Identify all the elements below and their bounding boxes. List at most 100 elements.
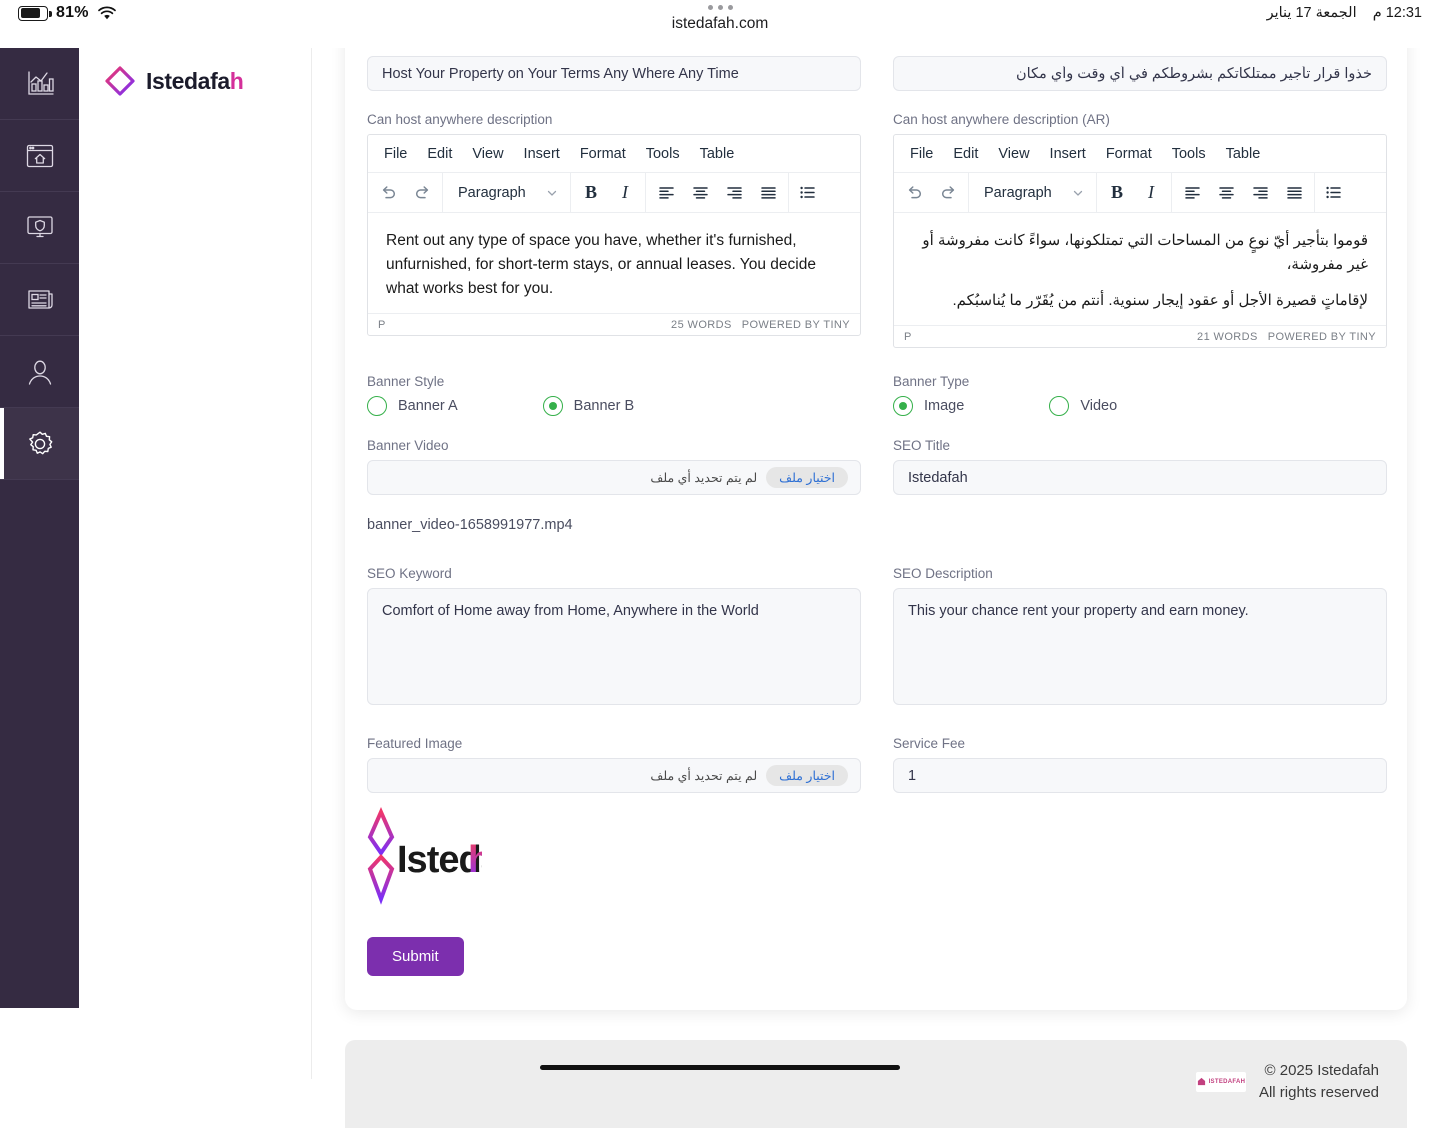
sidebar-item-monitoring[interactable] <box>0 192 79 264</box>
editor-ar-body[interactable]: قوموا بتأجير أيّ نوعٍ من المساحات التي ت… <box>894 213 1386 325</box>
radio-circle-icon <box>367 396 387 416</box>
banner-type-group: Banner Type Image Video <box>893 374 1387 416</box>
url-text[interactable]: istedafah.com <box>0 15 1440 33</box>
banner-type-label: Banner Type <box>893 374 1387 389</box>
menu-view[interactable]: View <box>988 142 1039 166</box>
hero-title-row <box>367 56 1389 91</box>
editor-en-wordcount: 25 WORDS <box>671 319 732 331</box>
menu-table[interactable]: Table <box>1216 142 1271 166</box>
chevron-down-icon <box>546 187 558 199</box>
seo-keyword-group: SEO Keyword <box>367 566 861 710</box>
align-justify-button[interactable] <box>1277 173 1311 213</box>
brand-logo[interactable]: Istedafah <box>105 66 243 96</box>
redo-button[interactable] <box>931 173 965 213</box>
align-justify-button[interactable] <box>751 173 785 213</box>
menu-insert[interactable]: Insert <box>1040 142 1096 166</box>
banner-style-group: Banner Style Banner A Banner B <box>367 374 861 416</box>
sidebar-item-settings[interactable] <box>0 408 79 480</box>
align-left-icon <box>658 185 675 200</box>
sidebar-item-properties[interactable] <box>0 120 79 192</box>
menu-table[interactable]: Table <box>690 142 745 166</box>
seo-description-textarea[interactable] <box>893 588 1387 705</box>
bullet-list-button[interactable] <box>792 173 822 213</box>
menu-edit[interactable]: Edit <box>943 142 988 166</box>
editor-en-toolbar: Paragraph B I <box>368 173 860 213</box>
menu-file[interactable]: File <box>900 142 943 166</box>
banner-video-current-filename: banner_video-1658991977.mp4 <box>367 517 861 533</box>
seo-title-input[interactable] <box>893 460 1387 495</box>
sidebar-item-users[interactable] <box>0 336 79 408</box>
footer-copyright-block: © 2025 Istedafah All rights reserved <box>1259 1060 1379 1104</box>
align-left-button[interactable] <box>649 173 683 213</box>
page-canvas: Can host anywhere description File Edit … <box>312 48 1440 1079</box>
bullet-list-button[interactable] <box>1318 173 1348 213</box>
menu-format[interactable]: Format <box>570 142 636 166</box>
featured-image-choose-button[interactable]: اختيار ملف <box>766 765 848 786</box>
brand-name-main: Istedafa <box>146 68 230 94</box>
main-sidebar <box>0 48 79 1008</box>
menu-view[interactable]: View <box>462 142 513 166</box>
editor-ar-path: P <box>904 331 912 343</box>
align-left-button[interactable] <box>1175 173 1209 213</box>
align-justify-icon <box>760 185 777 200</box>
block-format-select[interactable]: Paragraph <box>446 173 567 213</box>
menu-file[interactable]: File <box>374 142 417 166</box>
menu-format[interactable]: Format <box>1096 142 1162 166</box>
editor-en-body[interactable]: Rent out any type of space you have, whe… <box>368 213 860 313</box>
banner-settings-form: Can host anywhere description File Edit … <box>367 56 1389 976</box>
radio-type-image[interactable]: Image <box>893 396 964 416</box>
align-right-icon <box>1252 185 1269 200</box>
service-fee-input[interactable] <box>893 758 1387 793</box>
menu-insert[interactable]: Insert <box>514 142 570 166</box>
align-center-icon <box>692 185 709 200</box>
editor-ar-paragraph-2: لإقاماتٍ قصيرة الأجل أو عقود إيجار سنوية… <box>912 289 1368 313</box>
hero-title-en-input[interactable] <box>367 56 861 91</box>
editor-en-statusbar: P 25 WORDS POWERED BY TINY <box>368 313 860 335</box>
radio-type-video-label: Video <box>1080 398 1117 414</box>
seo-keyword-textarea[interactable] <box>367 588 861 705</box>
sidebar-item-analytics[interactable] <box>0 48 79 120</box>
hero-title-ar-input[interactable] <box>893 56 1387 91</box>
banner-style-radios: Banner A Banner B <box>367 396 861 416</box>
banner-video-choose-button[interactable]: اختيار ملف <box>766 467 848 488</box>
block-format-select[interactable]: Paragraph <box>972 173 1093 213</box>
video-seotitle-row: Banner Video اختيار ملف لم يتم تحديد أي … <box>367 438 1389 533</box>
menu-tools[interactable]: Tools <box>1162 142 1216 166</box>
banner-video-no-file-text: لم يتم تحديد أي ملف <box>650 470 757 485</box>
submit-button[interactable]: Submit <box>367 937 464 976</box>
redo-button[interactable] <box>405 173 439 213</box>
undo-button[interactable] <box>897 173 931 213</box>
bold-button[interactable]: B <box>1100 173 1134 213</box>
italic-button[interactable]: I <box>608 173 642 213</box>
align-right-button[interactable] <box>717 173 751 213</box>
service-fee-group: Service Fee <box>893 736 1387 976</box>
align-center-button[interactable] <box>683 173 717 213</box>
radio-banner-a[interactable]: Banner A <box>367 396 458 416</box>
editor-en-poweredby: POWERED BY TINY <box>742 319 850 331</box>
description-en-group: Can host anywhere description File Edit … <box>367 112 861 348</box>
more-dots-icon[interactable] <box>0 5 1440 10</box>
bold-button[interactable]: B <box>574 173 608 213</box>
status-datetime: 12:31 م الجمعة 17 يناير <box>1267 5 1422 21</box>
align-center-button[interactable] <box>1209 173 1243 213</box>
featured-image-file-input[interactable]: اختيار ملف لم يتم تحديد أي ملف <box>367 758 861 793</box>
hero-title-en-group <box>367 56 861 91</box>
editor-ar-toolbar: Paragraph B I <box>894 173 1386 213</box>
italic-button[interactable]: I <box>1134 173 1168 213</box>
radio-type-video[interactable]: Video <box>1049 396 1117 416</box>
seo-description-label: SEO Description <box>893 566 1387 581</box>
browser-address-group[interactable]: istedafah.com <box>0 5 1440 33</box>
tinymce-editor-ar: File Edit View Insert Format Tools Table <box>893 134 1387 348</box>
brand-name: Istedafah <box>146 68 243 95</box>
sidebar-item-articles[interactable] <box>0 264 79 336</box>
banner-video-file-input[interactable]: اختيار ملف لم يتم تحديد أي ملف <box>367 460 861 495</box>
undo-button[interactable] <box>371 173 405 213</box>
diamond-logo-icon <box>105 66 135 96</box>
featured-image-no-file-text: لم يتم تحديد أي ملف <box>650 768 757 783</box>
menu-tools[interactable]: Tools <box>636 142 690 166</box>
chevron-down-icon <box>1072 187 1084 199</box>
left-rail: Istedafah <box>79 48 312 1079</box>
align-right-button[interactable] <box>1243 173 1277 213</box>
menu-edit[interactable]: Edit <box>417 142 462 166</box>
radio-banner-b[interactable]: Banner B <box>543 396 634 416</box>
